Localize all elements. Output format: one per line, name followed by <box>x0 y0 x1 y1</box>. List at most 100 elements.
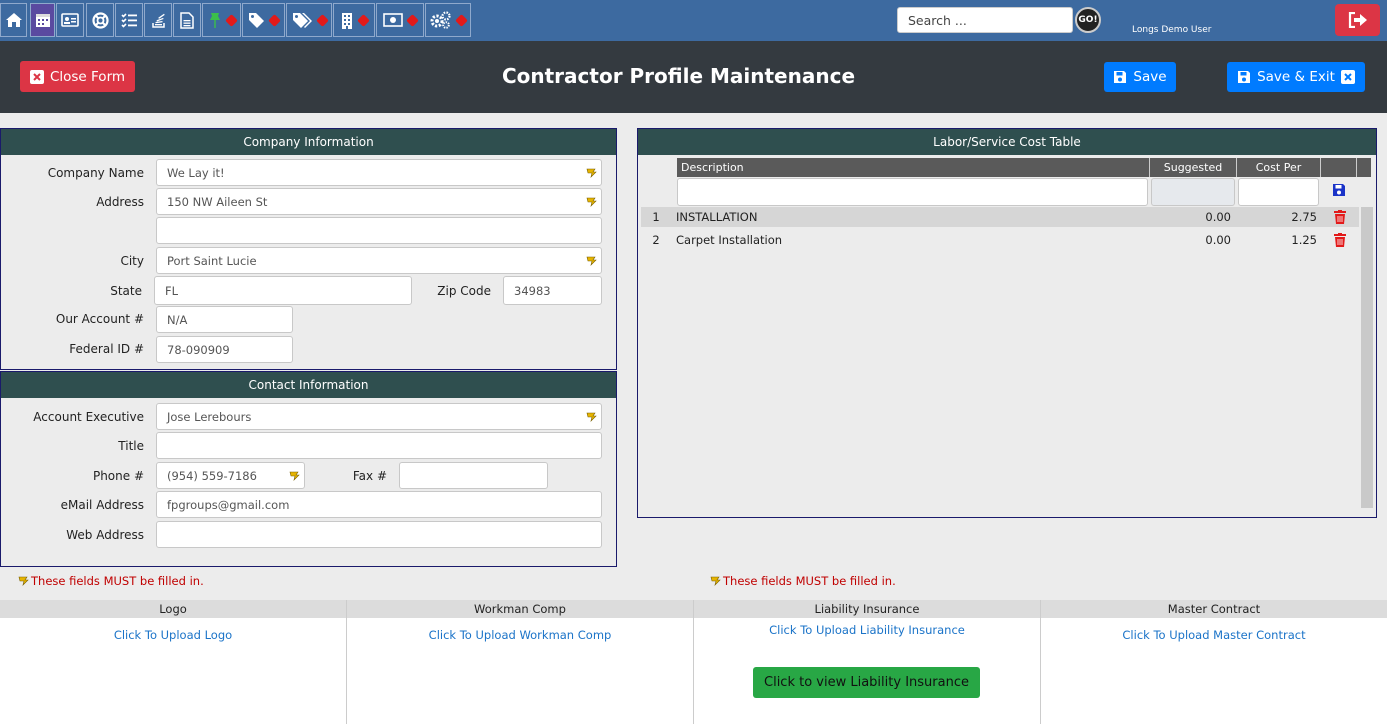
upload-master-contract-link[interactable]: Click To Upload Master Contract <box>1041 628 1387 642</box>
save-button[interactable]: Save <box>1104 62 1176 92</box>
required-note-text: These fields MUST be filled in. <box>723 574 896 588</box>
company-name-value: We Lay it! <box>167 165 225 180</box>
tag-button[interactable] <box>242 3 285 37</box>
cost-table-header: Description Suggested Cost Per <box>677 158 1371 177</box>
table-row[interactable]: 1 INSTALLATION 0.00 2.75 <box>641 207 1359 227</box>
master-contract-title: Master Contract <box>1041 600 1387 618</box>
phone-value: (954) 559-7186 <box>167 468 257 483</box>
save-exit-label: Save & Exit <box>1257 69 1335 85</box>
new-description-input[interactable] <box>677 178 1148 206</box>
fax-field[interactable] <box>399 462 548 489</box>
zip-field[interactable]: 34983 <box>503 276 602 305</box>
upload-liability-link[interactable]: Click To Upload Liability Insurance <box>694 623 1040 637</box>
address-line1-value: 150 NW Aileen St <box>167 194 268 209</box>
pin-button[interactable] <box>202 3 241 37</box>
save-icon <box>1114 71 1127 83</box>
city-label: City <box>120 254 144 268</box>
logout-button[interactable] <box>1335 4 1380 36</box>
account-field[interactable]: N/A <box>156 306 293 333</box>
alert-dot-icon <box>357 13 370 27</box>
state-label: State <box>110 284 142 298</box>
building-button[interactable] <box>333 3 375 37</box>
upload-logo-link[interactable]: Click To Upload Logo <box>0 628 346 642</box>
city-field[interactable]: Port Saint Lucie <box>156 247 602 274</box>
workman-comp-title: Workman Comp <box>347 600 693 618</box>
logout-icon <box>1348 12 1367 28</box>
cost-per-column-header: Cost Per <box>1237 158 1321 177</box>
zip-value: 34983 <box>514 283 551 298</box>
money-icon <box>383 13 403 27</box>
city-value: Port Saint Lucie <box>167 253 257 268</box>
account-executive-value: Jose Lerebours <box>167 409 252 424</box>
row-description: Carpet Installation <box>676 233 783 247</box>
required-flag-icon <box>18 576 29 586</box>
required-note-text: These fields MUST be filled in. <box>31 574 204 588</box>
checklist-icon[interactable] <box>115 3 143 37</box>
top-toolbar: Search ... GO! Longs Demo User <box>0 0 1387 41</box>
document-icon[interactable] <box>173 3 201 37</box>
liability-column: Liability Insurance Click To Upload Liab… <box>694 600 1041 724</box>
close-icon <box>1340 70 1355 84</box>
logo-column: Logo Click To Upload Logo <box>0 600 347 724</box>
money-button[interactable] <box>376 3 424 37</box>
stack-icon[interactable] <box>144 3 172 37</box>
upload-workman-comp-link[interactable]: Click To Upload Workman Comp <box>347 628 693 642</box>
row-cost: 2.75 <box>1291 210 1317 224</box>
alert-dot-icon <box>455 13 468 27</box>
state-value: FL <box>165 283 179 298</box>
trash-icon[interactable] <box>1320 210 1359 224</box>
description-column-header: Description <box>677 158 1150 177</box>
lifebuoy-icon[interactable] <box>86 3 114 37</box>
settings-button[interactable] <box>425 3 471 37</box>
alert-dot-icon <box>315 13 329 27</box>
row-suggested: 0.00 <box>1205 210 1231 224</box>
pin-icon <box>209 12 220 28</box>
view-liability-button[interactable]: Click to view Liability Insurance <box>753 667 980 698</box>
master-contract-column: Master Contract Click To Upload Master C… <box>1041 600 1387 724</box>
cost-table-title: Labor/Service Cost Table <box>638 129 1376 155</box>
save-row-icon[interactable] <box>1332 183 1346 200</box>
account-label: Our Account # <box>55 312 144 326</box>
email-field[interactable]: fpgroups@gmail.com <box>156 491 602 518</box>
phone-label: Phone # <box>92 469 144 483</box>
liability-title: Liability Insurance <box>694 600 1040 618</box>
account-value: N/A <box>167 312 188 327</box>
web-address-field[interactable] <box>156 521 602 548</box>
go-button[interactable]: GO! <box>1075 7 1101 33</box>
trash-icon[interactable] <box>1320 233 1359 247</box>
zip-label: Zip Code <box>437 284 491 298</box>
email-value: fpgroups@gmail.com <box>167 497 290 512</box>
save-exit-button[interactable]: Save & Exit <box>1227 62 1365 92</box>
company-info-title: Company Information <box>1 129 616 155</box>
email-label: eMail Address <box>60 498 144 512</box>
title-field[interactable] <box>156 432 602 459</box>
phone-field[interactable]: (954) 559-7186 <box>156 462 305 489</box>
table-row[interactable]: 2 Carpet Installation 0.00 1.25 <box>641 230 1359 250</box>
id-card-icon[interactable] <box>56 3 84 37</box>
address-line2-field[interactable] <box>156 217 602 244</box>
account-executive-label: Account Executive <box>33 410 144 424</box>
new-cost-input[interactable] <box>1238 178 1319 206</box>
account-executive-field[interactable]: Jose Lerebours <box>156 403 602 430</box>
state-select[interactable]: FL <box>154 276 412 305</box>
actions-column-header <box>1321 158 1357 177</box>
company-name-field[interactable]: We Lay it! <box>156 159 602 186</box>
federal-id-label: Federal ID # <box>69 342 144 356</box>
contact-info-title: Contact Information <box>1 372 616 398</box>
logo-title: Logo <box>0 600 346 618</box>
address-line1-field[interactable]: 150 NW Aileen St <box>156 188 602 215</box>
tag-icon <box>249 12 264 28</box>
required-flag-icon <box>586 168 597 178</box>
home-icon[interactable] <box>0 3 27 37</box>
gears-icon <box>430 11 451 29</box>
calendar-icon[interactable] <box>30 3 55 37</box>
required-flag-icon <box>586 256 597 266</box>
uploads-section: Logo Click To Upload Logo Workman Comp C… <box>0 600 1387 724</box>
suggested-column-header: Suggested <box>1150 158 1237 177</box>
search-input[interactable]: Search ... <box>897 7 1073 33</box>
cost-table-scrollbar[interactable] <box>1361 207 1373 508</box>
alert-dot-icon <box>268 13 281 27</box>
federal-id-field[interactable]: 78-090909 <box>156 336 293 363</box>
tags-button[interactable] <box>286 3 332 37</box>
scroll-column-header <box>1357 158 1371 177</box>
